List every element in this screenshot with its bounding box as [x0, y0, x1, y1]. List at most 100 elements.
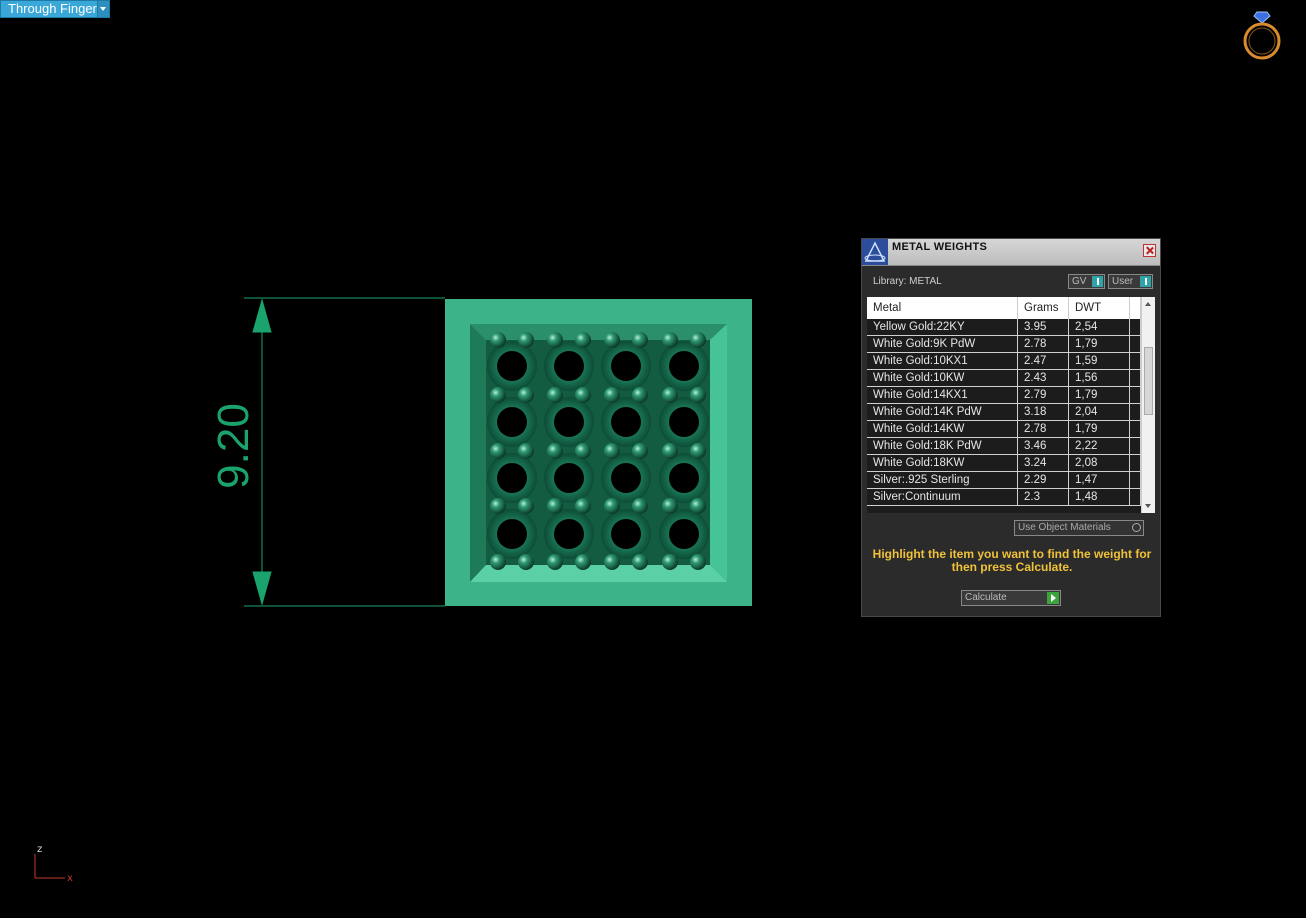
table-row[interactable]: White Gold:10KX1 2.47 1,59	[867, 352, 1141, 370]
prong-ball	[604, 332, 620, 348]
cell-dwt: 1,47	[1068, 471, 1130, 489]
cell-grams: 2.3	[1017, 488, 1069, 506]
cell-dwt: 2,22	[1068, 437, 1130, 455]
stone-hole	[497, 351, 527, 381]
table-row[interactable]: White Gold:18KW 3.24 2,08	[867, 454, 1141, 472]
calculate-label: Calculate	[965, 592, 1007, 603]
table-row[interactable]: White Gold:9K PdW 2.78 1,79	[867, 335, 1141, 353]
table-row[interactable]: Silver:.925 Sterling 2.29 1,47	[867, 471, 1141, 489]
cell-metal: White Gold:10KW	[867, 369, 1018, 387]
prong-ball	[632, 387, 648, 403]
cell-grams: 2.43	[1017, 369, 1069, 387]
cell-dwt: 2,54	[1068, 319, 1130, 336]
cell-metal: White Gold:18KW	[867, 454, 1018, 472]
metal-table[interactable]: Metal Grams DWT Yellow Gold:22KY 3.95 2,54…	[867, 297, 1155, 513]
cell-metal: Silver:Continuum	[867, 488, 1018, 506]
close-icon[interactable]	[1143, 244, 1156, 257]
cell-spacer	[1129, 454, 1141, 472]
cell-grams: 2.78	[1017, 420, 1069, 438]
stone-hole	[497, 463, 527, 493]
use-object-materials-toggle[interactable]: Use Object Materials	[1014, 520, 1144, 536]
metal-weights-panel: METAL WEIGHTS Library: METAL GV User Met…	[861, 238, 1161, 617]
gv-select[interactable]: GV	[1068, 274, 1105, 289]
cell-grams: 2.47	[1017, 352, 1069, 370]
cell-grams: 2.78	[1017, 335, 1069, 353]
cell-spacer	[1129, 369, 1141, 387]
prong-ball	[604, 387, 620, 403]
cell-spacer	[1129, 319, 1141, 336]
user-select[interactable]: User	[1108, 274, 1153, 289]
panel-titlebar[interactable]: METAL WEIGHTS	[862, 239, 1160, 266]
prong-ball	[604, 554, 620, 570]
instruction-text: Highlight the item you want to find the …	[872, 547, 1152, 574]
prong-ball	[662, 498, 678, 514]
info-icon[interactable]	[1140, 276, 1151, 287]
table-row[interactable]: White Gold:14KW 2.78 1,79	[867, 420, 1141, 438]
stone-hole	[497, 407, 527, 437]
prong-ball	[604, 443, 620, 459]
cell-spacer	[1129, 386, 1141, 404]
stone-hole	[554, 351, 584, 381]
table-row[interactable]: White Gold:10KW 2.43 1,56	[867, 369, 1141, 387]
prong-ball	[547, 498, 563, 514]
prong-ball	[575, 332, 591, 348]
table-row[interactable]: White Gold:14K PdW 3.18 2,04	[867, 403, 1141, 421]
cell-grams: 3.46	[1017, 437, 1069, 455]
cell-dwt: 1,48	[1068, 488, 1130, 506]
stone-hole	[669, 519, 699, 549]
table-header-row: Metal Grams DWT	[867, 297, 1141, 319]
table-row[interactable]: White Gold:14KX1 2.79 1,79	[867, 386, 1141, 404]
cell-grams: 2.79	[1017, 386, 1069, 404]
radio-icon[interactable]	[1132, 523, 1141, 532]
prong-ball	[662, 332, 678, 348]
cell-dwt: 1,79	[1068, 386, 1130, 404]
prong-ball	[690, 554, 706, 570]
column-header-grams[interactable]: Grams	[1017, 297, 1069, 319]
dimension-label: 9.20	[209, 403, 258, 496]
prong-ball	[518, 554, 534, 570]
prong-ball	[575, 387, 591, 403]
table-row[interactable]: White Gold:18K PdW 3.46 2,22	[867, 437, 1141, 455]
calculate-button[interactable]: Calculate	[961, 590, 1061, 606]
cell-spacer	[1129, 488, 1141, 506]
prong-ball	[490, 443, 506, 459]
prong-ball	[632, 443, 648, 459]
cell-metal: White Gold:18K PdW	[867, 437, 1018, 455]
stone-hole	[611, 351, 641, 381]
play-icon[interactable]	[1047, 592, 1059, 604]
prong-ball	[547, 387, 563, 403]
gv-select-label: GV	[1072, 276, 1087, 287]
prong-ball	[518, 332, 534, 348]
cell-metal: White Gold:14KW	[867, 420, 1018, 438]
cell-spacer	[1129, 471, 1141, 489]
cell-grams: 3.18	[1017, 403, 1069, 421]
table-row[interactable]: Yellow Gold:22KY 3.95 2,54	[867, 319, 1141, 336]
cell-dwt: 2,08	[1068, 454, 1130, 472]
cell-metal: White Gold:10KX1	[867, 352, 1018, 370]
dimension-value: 9.20	[209, 403, 258, 489]
column-header-metal[interactable]: Metal	[867, 297, 1018, 319]
scroll-down-icon[interactable]	[1145, 504, 1151, 508]
stone-hole	[611, 519, 641, 549]
table-scrollbar[interactable]	[1141, 297, 1155, 513]
prong-ball	[518, 387, 534, 403]
column-header-spacer	[1129, 297, 1141, 319]
scroll-up-icon[interactable]	[1145, 302, 1151, 306]
info-icon[interactable]	[1092, 276, 1103, 287]
use-object-materials-label: Use Object Materials	[1018, 522, 1111, 533]
axis-indicator: z x	[34, 844, 73, 884]
stone-hole	[554, 463, 584, 493]
table-row[interactable]: Silver:Continuum 2.3 1,48	[867, 488, 1141, 506]
matrix-logo-icon	[862, 239, 888, 265]
cell-metal: Silver:.925 Sterling	[867, 471, 1018, 489]
cell-grams: 3.24	[1017, 454, 1069, 472]
metal-table-body: Yellow Gold:22KY 3.95 2,54 White Gold:9K Pd…	[867, 319, 1141, 506]
cell-spacer	[1129, 352, 1141, 370]
stone-hole	[669, 407, 699, 437]
prong-ball	[547, 443, 563, 459]
cell-grams: 3.95	[1017, 319, 1069, 336]
column-header-dwt[interactable]: DWT	[1068, 297, 1130, 319]
scroll-thumb[interactable]	[1144, 347, 1153, 415]
prong-ball	[490, 498, 506, 514]
cell-spacer	[1129, 403, 1141, 421]
